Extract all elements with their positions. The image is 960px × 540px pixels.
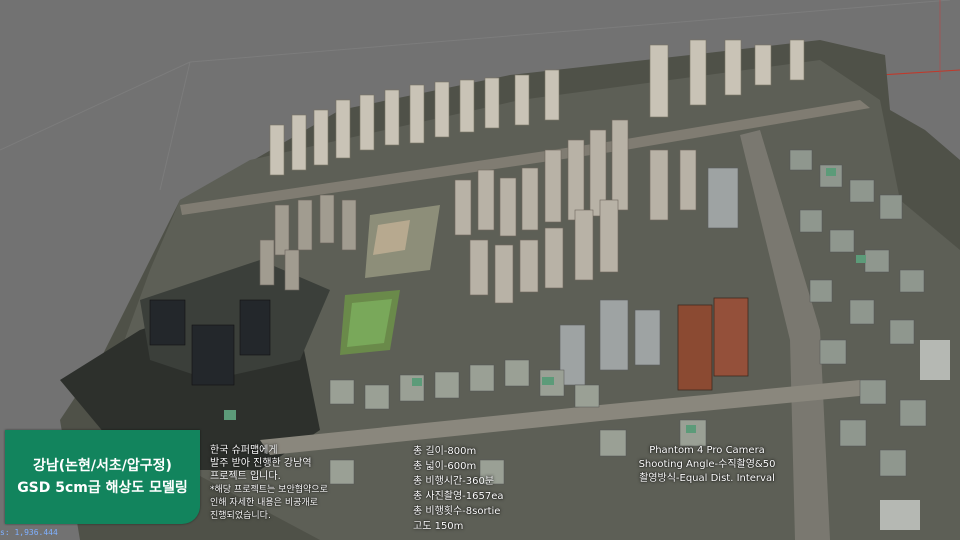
project-title-badge: 강남(논현/서초/압구정) GSD 5cm급 해상도 모델링 bbox=[5, 430, 200, 524]
security-note-line2: 인해 자세한 내용은 비공개로 bbox=[210, 498, 318, 508]
camera-info: Phantom 4 Pro Camera Shooting Angle-수직촬영… bbox=[612, 444, 802, 486]
spec-item: 고도 150m bbox=[413, 521, 464, 532]
3d-model-viewport[interactable]: 강남(논현/서초/압구정) GSD 5cm급 해상도 모델링 한국 슈퍼맵에게 … bbox=[0, 0, 960, 540]
spec-item: 총 넓이-600m bbox=[413, 461, 477, 472]
scale-readout: s: 1,936.444 bbox=[0, 528, 58, 537]
shooting-angle: Shooting Angle-수직촬영&50 bbox=[638, 459, 776, 470]
spec-item: 총 사진촬영-1657ea bbox=[413, 491, 504, 502]
shooting-method: 촬영방식-Equal Dist. Interval bbox=[639, 473, 775, 484]
spec-item: 총 비행횟수-8sortie bbox=[413, 506, 501, 517]
security-note-line3: 진행되었습니다. bbox=[210, 511, 271, 521]
project-title-line2: GSD 5cm급 해상도 모델링 bbox=[17, 480, 188, 496]
project-title-line1: 강남(논현/서초/압구정) bbox=[33, 458, 172, 474]
project-description: 한국 슈퍼맵에게 발주 받아 진행한 강남역 프로젝트 입니다. *해당 프로젝… bbox=[210, 444, 328, 523]
security-note-line1: *해당 프로젝트는 보안협약으로 bbox=[210, 485, 328, 495]
spec-item: 총 길이-800m bbox=[413, 446, 477, 457]
project-description-line2: 발주 받아 진행한 강남역 bbox=[210, 458, 312, 469]
flight-specs-list: 총 길이-800m 총 넓이-600m 총 비행시간-360분 총 사진촬영-1… bbox=[413, 444, 504, 534]
project-description-line3: 프로젝트 입니다. bbox=[210, 471, 281, 482]
camera-model: Phantom 4 Pro Camera bbox=[649, 445, 765, 456]
project-description-line1: 한국 슈퍼맵에게 bbox=[210, 445, 278, 456]
spec-item: 총 비행시간-360분 bbox=[413, 476, 495, 487]
